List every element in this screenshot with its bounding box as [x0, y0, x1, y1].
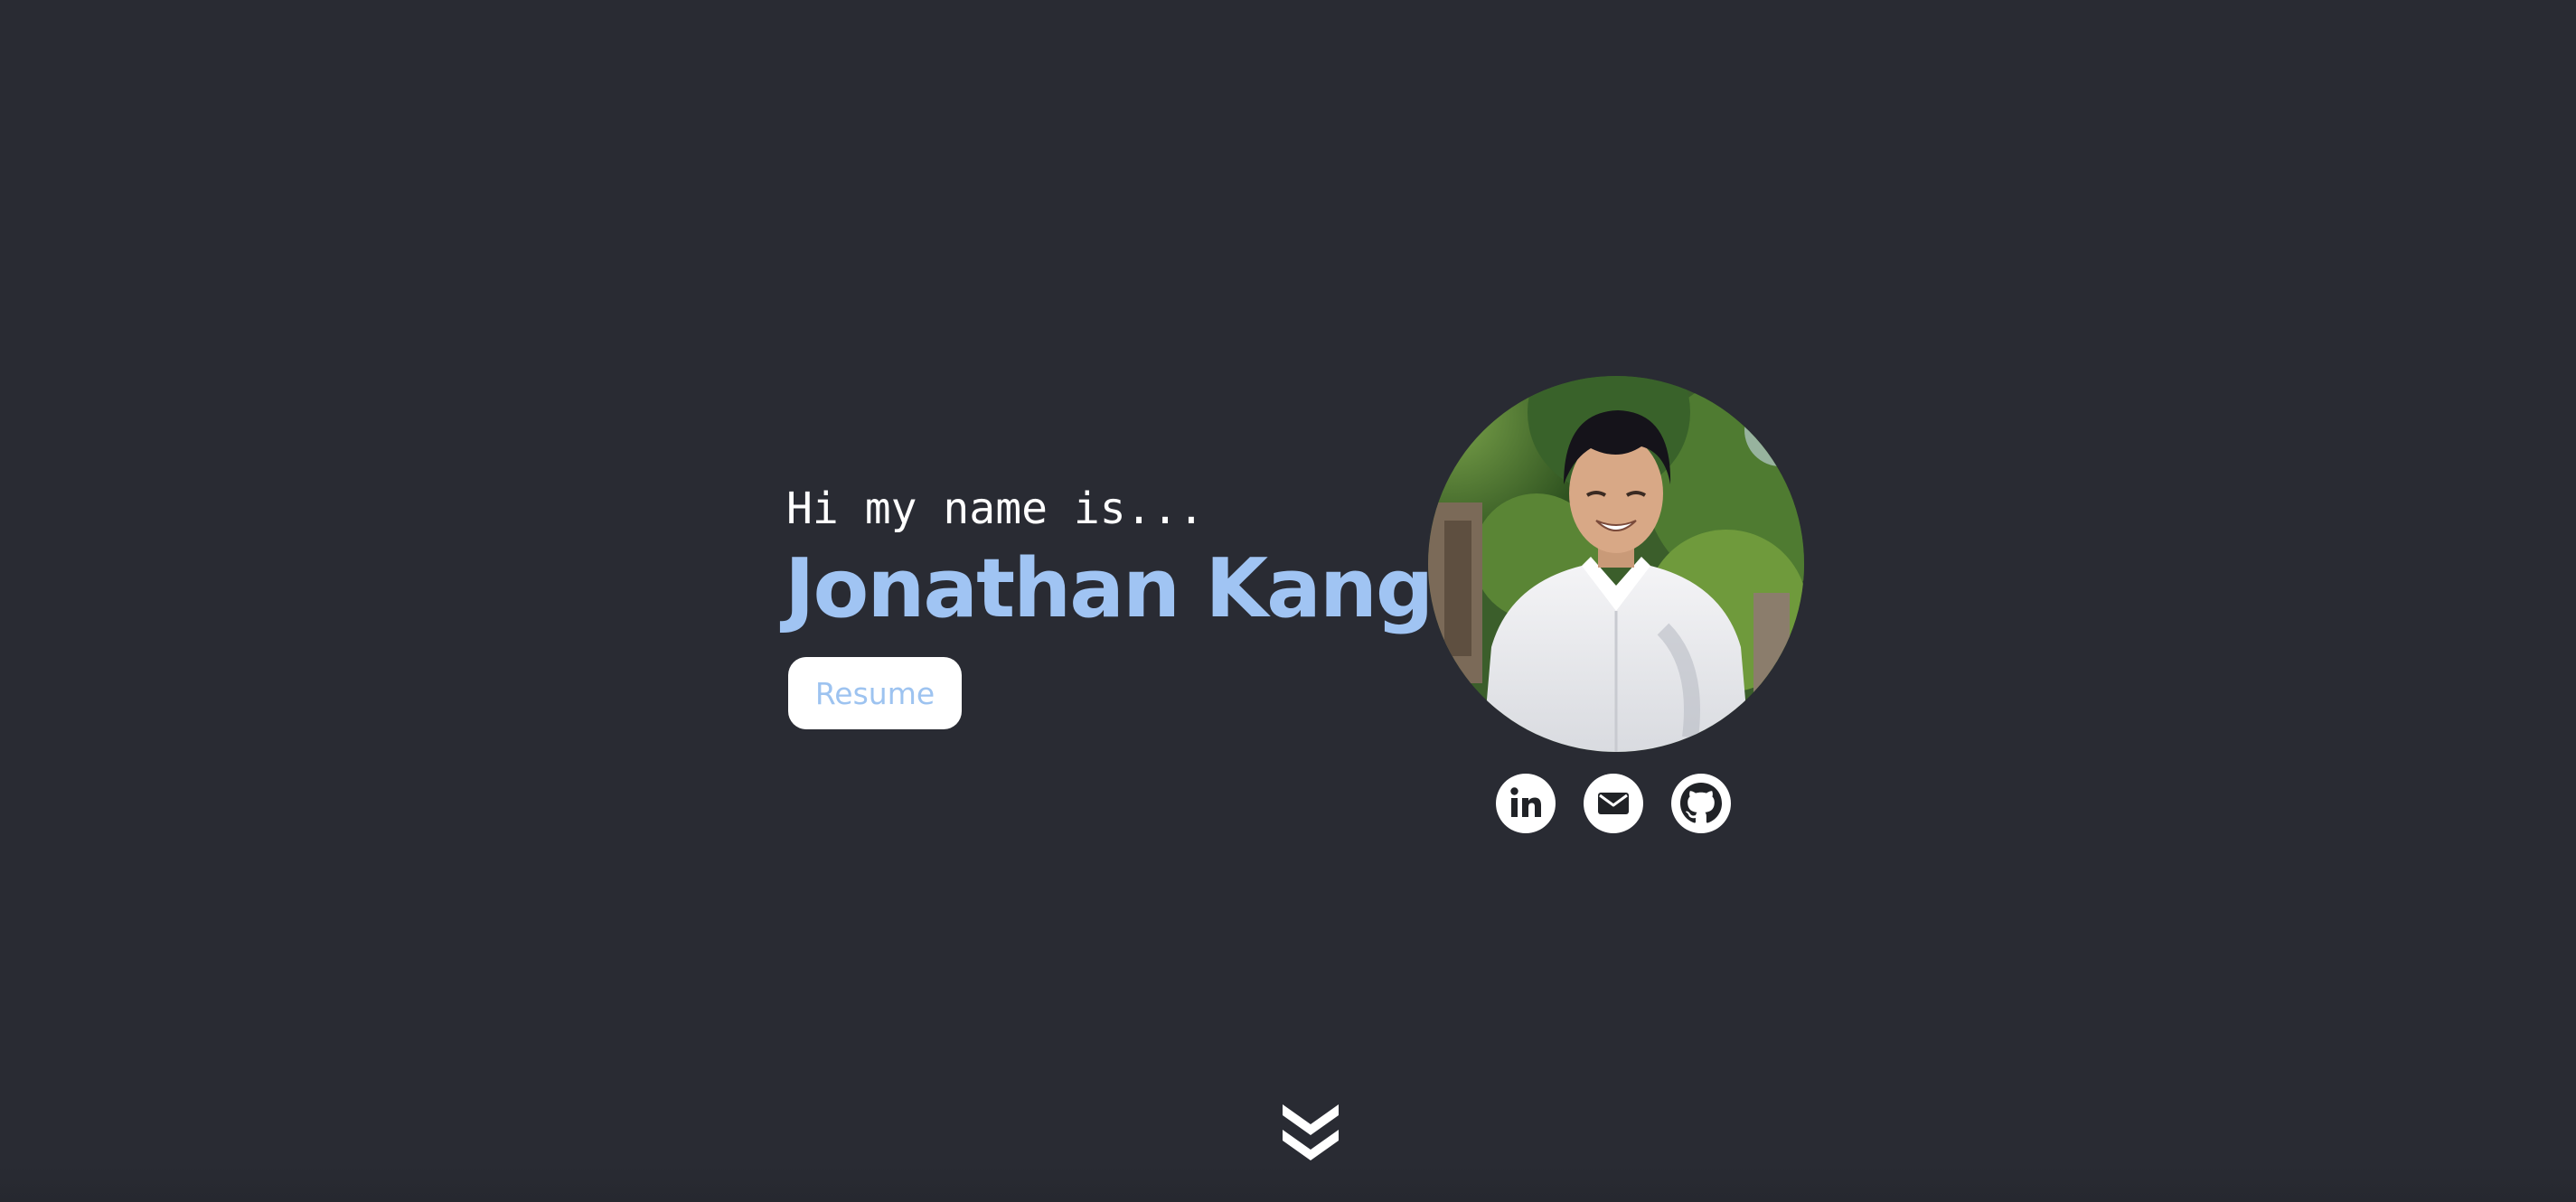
mail-icon — [1598, 793, 1629, 814]
linkedin-link[interactable] — [1496, 774, 1556, 833]
email-link[interactable] — [1584, 774, 1643, 833]
resume-button[interactable]: Resume — [788, 657, 962, 729]
name-heading: Jonathan Kang — [785, 541, 1434, 636]
profile-photo — [1428, 376, 1804, 752]
social-links — [1496, 774, 1731, 833]
greeting-text: Hi my name is... — [786, 484, 1205, 534]
github-icon — [1680, 783, 1722, 823]
hero-section: Hi my name is... Jonathan Kang Resume — [0, 0, 2576, 1202]
double-chevron-down-icon — [1283, 1104, 1339, 1160]
bottom-fade — [0, 1166, 2576, 1202]
scroll-down-button[interactable] — [1279, 1097, 1342, 1162]
github-link[interactable] — [1671, 774, 1731, 833]
linkedin-icon — [1510, 787, 1541, 817]
